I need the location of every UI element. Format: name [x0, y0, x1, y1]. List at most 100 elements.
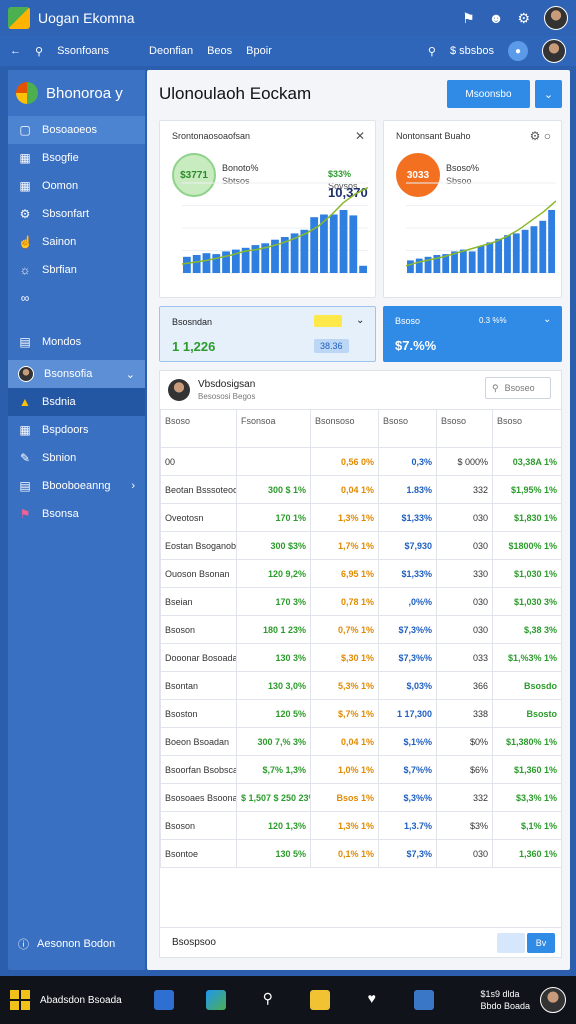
table-cell: 300 $3% [236, 531, 311, 560]
column-header[interactable]: Bsoso [436, 409, 493, 448]
store-icon[interactable] [205, 990, 226, 1010]
table-row[interactable]: Bsontoe 130 5% 0,1% 1% $7,3% 030 1,360 1% [160, 839, 562, 868]
avatar [168, 379, 190, 401]
sidebar-item-label: Bspdoors [42, 424, 89, 436]
table-cell: $3% [436, 811, 493, 840]
table-cell: $1,360 1% [492, 755, 562, 784]
table-row[interactable]: Bsoson 180 1 23% 0,7% 1% $7,3%% 030 $,38 3% [160, 615, 562, 644]
sidebar-item-label: Mondos [42, 336, 82, 348]
summary-card-1[interactable]: Bsosndan 1 1,226 ⌄ 38.36 [159, 306, 376, 362]
column-header[interactable]: Bsoso [160, 409, 237, 448]
avatar[interactable] [542, 39, 566, 63]
table-cell: 6,95 1% [310, 559, 379, 588]
sidebar-item-1[interactable]: ▢ Bosoaoeos [8, 116, 145, 144]
taskbar-label[interactable]: Abadsdon Bsoada [40, 995, 122, 1006]
table-cell: $6% [436, 755, 493, 784]
chart-2 [405, 182, 556, 274]
table-cell: 330 [436, 559, 493, 588]
table-cell: 5,3% 1% [310, 671, 379, 700]
table-row[interactable]: Bseian 170 3% 0,78 1% ,0%% 030 $1,030 3% [160, 587, 562, 616]
user-icon[interactable]: ☻ [489, 10, 504, 26]
notification-icon[interactable]: ⚑ [462, 10, 475, 27]
table-cell: 0,7% 1% [310, 615, 379, 644]
table-cell: 300 $ 1% [236, 475, 311, 504]
search-icon[interactable]: ⚲ [428, 45, 436, 58]
table-row[interactable]: Dooonar Bosoadan 130 3% $,30 1% $7,3%% 033 $1… [160, 643, 562, 672]
table-row[interactable]: 00 0,56 0% 0,3% $ 000% 03,38A 1% [160, 447, 562, 476]
summary-value: 1 1,226 [172, 339, 216, 354]
table-row[interactable]: Bsoson 120 1,3% 1,3% 1% 1,3.7% $3% $,1% 1% [160, 811, 562, 840]
primary-button[interactable]: Msoonsbo [447, 80, 530, 108]
sidebar-item-12[interactable]: ✎ Sbnion [8, 444, 145, 472]
table-row[interactable]: Boeon Bsoadan 300 7,% 3% 0,04 1% $,1%% $0% $1… [160, 727, 562, 756]
document-icon: ▦ [19, 423, 31, 437]
table-cell [236, 447, 311, 476]
table-row[interactable]: Bsoorfan Bsobscasan$,7% 1,3%1,0% 1%$,7%%… [160, 755, 562, 784]
table-row[interactable]: Bsosoaes Bsoonadan$ 1,507 $ 250 23%Bsos … [160, 783, 562, 812]
avatar[interactable] [544, 6, 568, 30]
sidebar-footer[interactable]: ⓘ Aesonon Bodon [8, 936, 145, 952]
avatar[interactable] [540, 987, 566, 1013]
page-title: Ulonoulaoh Eockam [159, 84, 312, 103]
sidebar-item-10[interactable]: ▲ Bsdnia [8, 388, 145, 416]
table-cell: $1,830 1% [492, 503, 562, 532]
column-header[interactable]: Bsoso [492, 409, 562, 448]
nav-link-1[interactable]: Deonfian [149, 45, 193, 57]
table-cell: 03,38A 1% [492, 447, 562, 476]
sidebar-item-7[interactable]: ∞ [8, 284, 145, 312]
table-cell: $7,3%% [378, 643, 437, 672]
summary-card-2[interactable]: Bsoso $7.%% 0.3 %% ⌄ [383, 306, 562, 362]
sidebar-item-profile[interactable]: Bsonsofia ⌄ [8, 360, 145, 388]
next-page-button[interactable]: Bv [527, 933, 555, 953]
mic-icon[interactable]: ● [508, 41, 528, 61]
windows-icon[interactable] [10, 990, 30, 1010]
dropdown-button[interactable]: ⌄ [535, 80, 562, 108]
sidebar: Bhonoroa y ▢ Bosoaoeos ▦ Bsogfie ▦ Oomon ⚙ S… [8, 70, 145, 970]
column-header[interactable]: Bsonsoso [310, 409, 379, 448]
column-header[interactable]: Fsonsoa [236, 409, 311, 448]
settings-icon[interactable]: ⚙ [517, 10, 530, 27]
sidebar-item-4[interactable]: ⚙ Sbsonfart [8, 200, 145, 228]
column-header[interactable]: Bsoso [378, 409, 437, 448]
folder-icon[interactable] [309, 990, 330, 1010]
sidebar-item-11[interactable]: ▦ Bspdoors [8, 416, 145, 444]
nav-link-3[interactable]: Bpoir [246, 45, 272, 57]
table-cell: $1,030 1% [492, 559, 562, 588]
table-row[interactable]: Bsontan 130 3,0% 5,3% 1% $,03% 366 Bsosdo [160, 671, 562, 700]
search-icon[interactable]: ⚲ [35, 45, 43, 58]
sidebar-item-label: Bbooboeanng [42, 480, 111, 492]
sidebar-item-3[interactable]: ▦ Oomon [8, 172, 145, 200]
table-cell: 0,56 0% [310, 447, 379, 476]
chart-bar [459, 249, 467, 273]
search-input[interactable]: ⚲ Bsoseo [485, 377, 551, 399]
sidebar-item-8[interactable]: ▤ Mondos [8, 328, 145, 356]
prev-page-button[interactable] [497, 933, 525, 953]
table-row[interactable]: Oveotosn 170 1% 1,3% 1% $1,33% 030 $1,830 1% [160, 503, 562, 532]
table-cell: $ 000% [436, 447, 493, 476]
mail-icon[interactable] [413, 990, 434, 1010]
back-icon[interactable]: ← [10, 45, 21, 57]
close-icon[interactable]: ✕ [355, 129, 365, 143]
sidebar-item-6[interactable]: ☼ Sbrfian [8, 256, 145, 284]
app-icon[interactable] [153, 990, 174, 1010]
table-row[interactable]: Eostan Bsoganobaon300 $3%1,7% 1%$7,93003… [160, 531, 562, 560]
sidebar-item-5[interactable]: ☝ Sainon [8, 228, 145, 256]
nav-right-label[interactable]: $ sbsbos [450, 45, 494, 57]
sidebar-item-14[interactable]: ⚑ Bsonsa [8, 500, 145, 528]
sidebar-item-13[interactable]: ▤ Bbooboeanng › [8, 472, 145, 500]
nav-search-label[interactable]: Ssonfoans [57, 45, 109, 57]
chart-bar [183, 256, 191, 273]
heart-icon[interactable]: ♥ [362, 990, 382, 1010]
table-cell: 0,3% [378, 447, 437, 476]
sidebar-item-2[interactable]: ▦ Bsogfie [8, 144, 145, 172]
nav-link-2[interactable]: Beos [207, 45, 232, 57]
sidebar-item-label: Bsonsofia [44, 368, 93, 380]
options-icon[interactable]: ⚙ ○ [530, 129, 551, 143]
table-cell: 332 [436, 475, 493, 504]
table-row[interactable]: Ouoson Bsonan 120 9,2% 6,95 1% $1,33% 330 $1,… [160, 559, 562, 588]
table-cell: 332 [436, 783, 493, 812]
table-row[interactable]: Beotan Bsssoteoon 300 $ 1% 0,04 1% 1.83% 332… [160, 475, 562, 504]
chart-bar [310, 217, 319, 273]
table-row[interactable]: Bsoston 120 5% $,7% 1% 1 17,300 338 Bsosto [160, 699, 562, 728]
search-icon[interactable]: ⚲ [258, 990, 278, 1010]
